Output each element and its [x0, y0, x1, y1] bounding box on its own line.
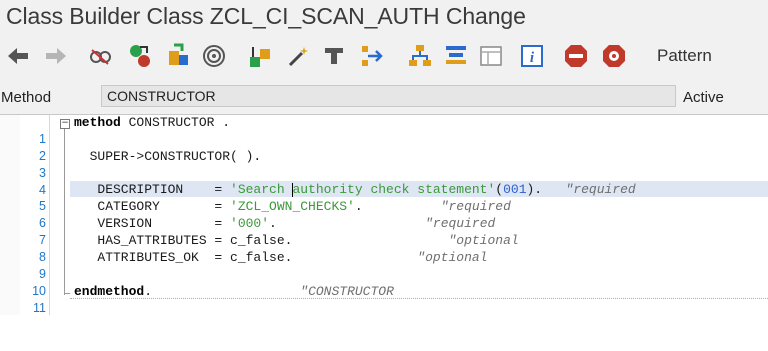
line-text: endmethod. "CONSTRUCTOR	[74, 284, 394, 299]
forward-arrow-icon[interactable]	[42, 42, 70, 70]
other-object-icon[interactable]	[86, 42, 114, 70]
wizard-icon[interactable]	[285, 42, 313, 70]
line-text: HAS_ATTRIBUTES = c_false. "optional	[74, 233, 519, 248]
code-line[interactable]: 1 method CONSTRUCTOR .	[0, 114, 768, 146]
code-text: CONSTRUCTOR .	[120, 115, 231, 130]
code-line[interactable]: 3 SUPER->CONSTRUCTOR( ).	[0, 148, 768, 180]
text-cursor	[292, 183, 293, 197]
code-line[interactable]: 5 DESCRIPTION = 'Search authority check …	[0, 181, 768, 213]
line-text: DESCRIPTION = 'Search authority check st…	[74, 182, 636, 197]
code-line[interactable]: 2	[0, 131, 768, 163]
where-used-icon[interactable]	[200, 42, 228, 70]
method-bar: Method CONSTRUCTOR Active	[0, 80, 768, 114]
code-line[interactable]: 4	[0, 165, 768, 197]
navigate-icon[interactable]	[358, 42, 386, 70]
code-editor[interactable]: − 1 method CONSTRUCTOR . 2 3 SUPER->CONS…	[0, 114, 768, 315]
text-elements-icon[interactable]	[442, 42, 470, 70]
line-text: CATEGORY = 'ZCL_OWN_CHECKS'. "required	[74, 199, 511, 214]
check-icon[interactable]	[247, 42, 275, 70]
line-text: method CONSTRUCTOR .	[74, 114, 230, 131]
status-label: Active	[683, 89, 724, 106]
test-icon[interactable]	[320, 42, 348, 70]
code-line[interactable]: 9 ATTRIBUTES_OK = c_false. "optional	[0, 249, 768, 281]
back-arrow-icon[interactable]	[4, 42, 32, 70]
keyword: method	[74, 115, 121, 130]
line-text: ATTRIBUTES_OK = c_false. "optional	[74, 250, 488, 265]
pattern-button[interactable]: Pattern	[657, 46, 712, 66]
info-icon[interactable]: i	[518, 42, 546, 70]
code-line[interactable]: 11 endmethod. "CONSTRUCTOR	[0, 283, 768, 315]
method-name-field: CONSTRUCTOR	[101, 85, 676, 107]
code-line[interactable]: 7 VERSION = '000'. "required	[0, 215, 768, 247]
template-icon[interactable]	[477, 42, 505, 70]
keyword: endmethod	[74, 284, 145, 299]
activate-icon[interactable]	[165, 42, 193, 70]
code-line[interactable]: 6 CATEGORY = 'ZCL_OWN_CHECKS'. "required	[0, 198, 768, 230]
window-title: Class Builder Class ZCL_CI_SCAN_AUTH Cha…	[6, 3, 526, 29]
title-bar: Class Builder Class ZCL_CI_SCAN_AUTH Cha…	[0, 0, 768, 36]
line-number: 11	[33, 301, 46, 315]
method-label: Method	[1, 89, 52, 106]
hierarchy-icon[interactable]	[406, 42, 434, 70]
display-change-icon[interactable]	[126, 42, 154, 70]
stop-icon[interactable]	[562, 42, 590, 70]
code-line[interactable]: 10	[0, 266, 768, 298]
code-line[interactable]: 8 HAS_ATTRIBUTES = c_false. "optional	[0, 232, 768, 264]
toolbar: i Pattern	[0, 36, 768, 80]
line-text: SUPER->CONSTRUCTOR( ).	[74, 149, 262, 164]
debug-icon[interactable]	[600, 42, 628, 70]
line-text: VERSION = '000'. "required	[74, 216, 496, 231]
